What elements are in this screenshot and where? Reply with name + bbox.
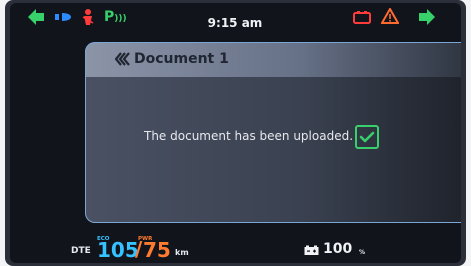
- battery-level-value: 100: [323, 241, 353, 257]
- dashboard-screen: P))) 9:15 am Document 1 The document has…: [10, 3, 461, 263]
- distance-unit: km: [175, 248, 189, 257]
- status-bar: P))) 9:15 am: [10, 3, 461, 37]
- upload-message: The document has been uploaded.: [144, 129, 354, 143]
- seatbelt-icon: [82, 9, 94, 25]
- dialog-header: Document 1: [85, 42, 461, 77]
- checkmark-icon: [359, 131, 375, 143]
- parking-assist-icon: P))): [104, 9, 127, 25]
- battery-percent-unit: %: [359, 249, 366, 256]
- headlight-icon: [55, 13, 71, 21]
- clock-time: 9:15 am: [207, 16, 263, 30]
- right-turn-signal-icon: [419, 9, 435, 25]
- back-chevrons-icon[interactable]: [115, 52, 131, 66]
- left-turn-signal-icon: [28, 9, 44, 25]
- warning-triangle-icon: [381, 8, 399, 24]
- power-range-value: 75: [143, 238, 171, 262]
- battery-warning-icon: [353, 11, 371, 24]
- upload-confirm-checkbox[interactable]: [355, 125, 379, 149]
- dialog-title: Document 1: [134, 51, 229, 67]
- eco-range-value: 105: [97, 238, 139, 262]
- dte-label: DTE: [71, 246, 91, 256]
- battery-icon: [304, 245, 319, 255]
- notification-dialog: Document 1 The document has been uploade…: [85, 42, 461, 223]
